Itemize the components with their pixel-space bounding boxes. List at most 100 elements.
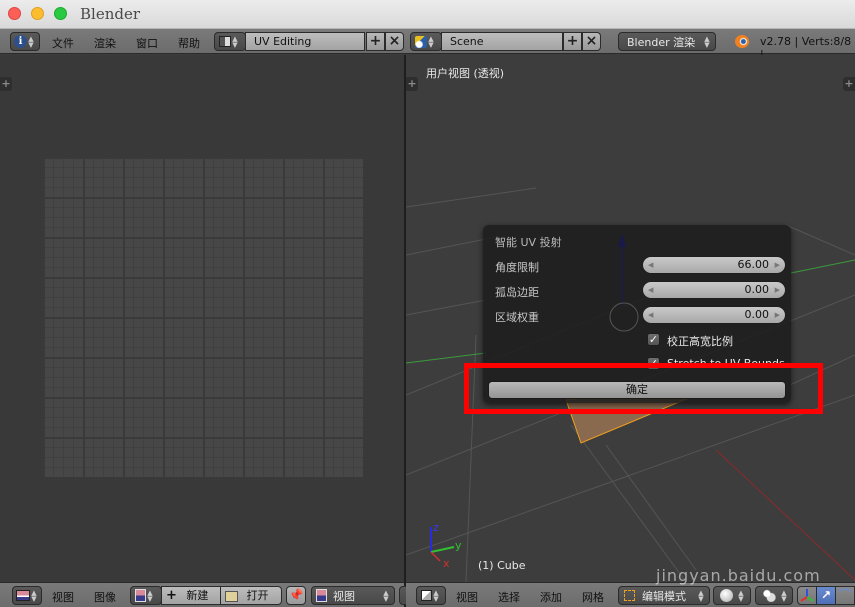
- editor-type-select[interactable]: i ▲ ▼: [10, 32, 40, 51]
- angle-limit-label: 角度限制: [495, 261, 539, 274]
- island-margin-field[interactable]: ◀ 0.00 ▶: [642, 281, 786, 299]
- pivot-point-select[interactable]: ▲ ▼: [755, 586, 793, 605]
- pin-button[interactable]: 📌: [286, 586, 306, 605]
- manipulator-icon: [800, 589, 814, 602]
- pin-icon: 📌: [288, 588, 304, 602]
- decrement-arrow-icon[interactable]: ◀: [648, 307, 653, 323]
- image-icon: [316, 589, 327, 602]
- menu-add[interactable]: 添加: [540, 589, 562, 605]
- menu-render[interactable]: 渲染: [94, 35, 116, 51]
- uv-view-label: 视图: [333, 589, 355, 603]
- island-margin-label: 孤岛边距: [495, 286, 539, 299]
- angle-limit-field[interactable]: ◀ 66.00 ▶: [642, 256, 786, 274]
- axis-gizmo: z y x: [430, 521, 462, 570]
- rotate-manipulator-button[interactable]: ⌒: [835, 586, 855, 605]
- toolshelf-expand-icon[interactable]: +: [0, 77, 12, 91]
- uv-view-select[interactable]: 视图 ▲ ▼: [311, 586, 395, 605]
- active-object-label: (1) Cube: [478, 559, 526, 572]
- delete-screen-button[interactable]: ×: [385, 32, 404, 51]
- updown-arrows-icon: ▲ ▼: [31, 588, 37, 603]
- menu-select[interactable]: 选择: [498, 589, 520, 605]
- properties-expand-icon[interactable]: +: [843, 77, 855, 91]
- decrement-arrow-icon[interactable]: ◀: [648, 257, 653, 273]
- open-image-button[interactable]: 打开: [220, 586, 282, 605]
- gizmo-x-label: x: [443, 557, 450, 570]
- open-image-label: 打开: [246, 589, 269, 602]
- watermark-text: jingyan.baidu.com: [656, 566, 821, 585]
- screen-layout-name[interactable]: UV Editing: [245, 32, 365, 51]
- pivot-icon: [762, 589, 776, 602]
- menu-file[interactable]: 文件: [52, 35, 74, 51]
- updown-arrows-icon: ▲ ▼: [704, 34, 710, 49]
- plus-icon: +: [566, 33, 579, 49]
- window-maximize-button[interactable]: [54, 7, 67, 20]
- updown-arrows-icon: ▲ ▼: [738, 588, 744, 603]
- close-icon: ×: [388, 33, 401, 49]
- menu-image[interactable]: 图像: [94, 589, 116, 605]
- updown-arrows-icon: ▲ ▼: [781, 588, 787, 603]
- view-name-label: 用户视图 (透视): [426, 67, 505, 80]
- solid-shading-icon: [720, 589, 733, 602]
- window-titlebar: Blender: [0, 0, 855, 29]
- add-scene-button[interactable]: +: [563, 32, 582, 51]
- window-close-button[interactable]: [8, 7, 21, 20]
- area-weight-label: 区域权重: [495, 311, 539, 324]
- image-icon: [135, 589, 146, 602]
- menu-view[interactable]: 视图: [52, 589, 74, 605]
- y-axis-line-right: [790, 259, 855, 274]
- viewport-shading-select[interactable]: ▲ ▼: [713, 586, 751, 605]
- decrement-arrow-icon[interactable]: ◀: [648, 282, 653, 298]
- layout-icon: [219, 36, 231, 47]
- uv-image-editor[interactable]: +: [0, 55, 404, 582]
- updown-arrows-icon: ▲ ▼: [383, 588, 389, 603]
- image-browse[interactable]: ▲ ▼: [130, 586, 162, 605]
- updown-arrows-icon: ▲ ▼: [28, 34, 34, 49]
- updown-arrows-icon: ▲ ▼: [232, 34, 238, 49]
- menu-view[interactable]: 视图: [456, 589, 478, 605]
- render-engine-select[interactable]: Blender 渲染 ▲ ▼: [618, 32, 716, 51]
- panel-title: 智能 UV 投射: [495, 236, 562, 249]
- annotation-highlight-box: [464, 363, 823, 414]
- edit-mode-icon: [624, 590, 635, 601]
- x-axis-line: [715, 449, 855, 581]
- increment-arrow-icon[interactable]: ▶: [775, 307, 780, 323]
- mode-label: 编辑模式: [642, 589, 686, 603]
- checkmark-icon: ✓: [648, 333, 659, 346]
- screen-layout-browse[interactable]: ▲ ▼: [214, 32, 246, 51]
- updown-arrows-icon: ▲ ▼: [698, 588, 704, 603]
- editor-type-select[interactable]: ▲ ▼: [416, 586, 446, 605]
- image-editor-icon: [16, 590, 30, 601]
- menu-mesh[interactable]: 网格: [582, 589, 604, 605]
- new-image-button[interactable]: + 新建: [161, 586, 221, 605]
- new-image-label: 新建: [186, 589, 209, 602]
- area-weight-field[interactable]: ◀ 0.00 ▶: [642, 306, 786, 324]
- scene-name[interactable]: Scene: [441, 32, 563, 51]
- editor-type-select[interactable]: ▲ ▼: [12, 586, 42, 605]
- window-minimize-button[interactable]: [31, 7, 44, 20]
- viewport-header: ▲ ▼ 视图 选择 添加 网格 编辑模式 ▲ ▼ ▲ ▼ ▲ ▼ ↗ ⌒: [406, 582, 855, 607]
- folder-icon: [225, 590, 238, 602]
- delete-scene-button[interactable]: ×: [582, 32, 601, 51]
- plus-icon: +: [369, 33, 382, 49]
- menu-help[interactable]: 帮助: [178, 35, 200, 51]
- uv-grid: [43, 157, 363, 477]
- window-title: Blender: [80, 5, 141, 23]
- add-screen-button[interactable]: +: [366, 32, 385, 51]
- plus-icon: +: [166, 588, 177, 603]
- scene-browse[interactable]: ▲ ▼: [410, 32, 442, 51]
- mode-select[interactable]: 编辑模式 ▲ ▼: [618, 586, 710, 605]
- close-icon: ×: [585, 33, 598, 49]
- rotate-icon: ⌒: [838, 588, 851, 602]
- island-margin-value: 0.00: [744, 283, 770, 296]
- increment-arrow-icon[interactable]: ▶: [775, 257, 780, 273]
- area-weight-value: 0.00: [744, 308, 770, 321]
- gizmo-y-label: y: [455, 539, 462, 552]
- menu-window[interactable]: 窗口: [136, 35, 158, 51]
- increment-arrow-icon[interactable]: ▶: [775, 282, 780, 298]
- toolshelf-expand-icon[interactable]: +: [406, 77, 418, 91]
- translate-manipulator-button[interactable]: ↗: [816, 586, 836, 605]
- updown-arrows-icon: ▲ ▼: [147, 588, 153, 603]
- cube-icon: [421, 590, 432, 601]
- manipulator-toggle[interactable]: [797, 586, 817, 605]
- correct-aspect-checkbox[interactable]: ✓: [647, 333, 660, 346]
